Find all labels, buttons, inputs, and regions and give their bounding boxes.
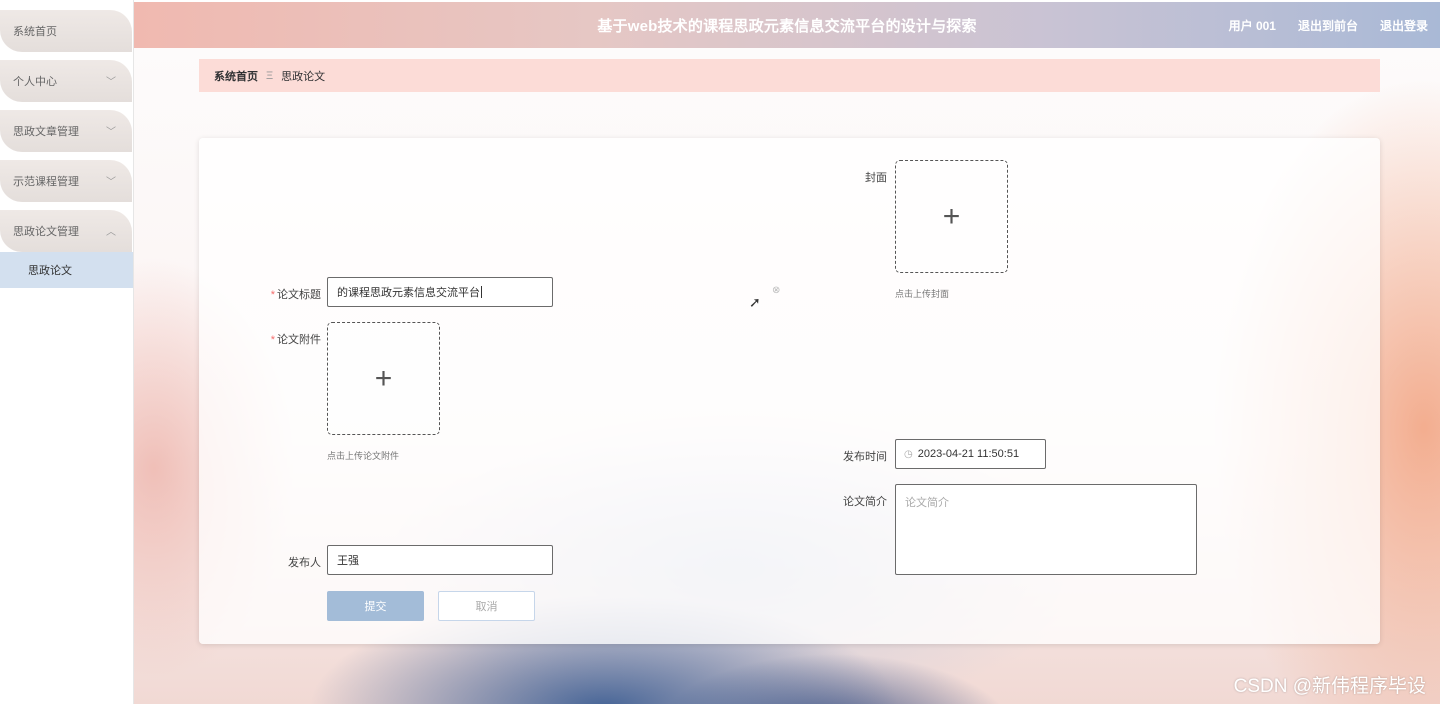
top-header: 基于web技术的课程思政元素信息交流平台的设计与探索 用户 001 退出到前台 …: [134, 2, 1440, 48]
app-title: 基于web技术的课程思政元素信息交流平台的设计与探索: [597, 17, 977, 35]
attachment-label: * 论文附件: [270, 334, 321, 346]
intro-textarea[interactable]: 论文简介: [895, 484, 1197, 575]
submit-button[interactable]: 提交: [327, 591, 424, 621]
sidebar-item-home[interactable]: 系统首页: [0, 10, 132, 52]
sidebar-item-label: 思政论文管理: [13, 226, 79, 238]
title-input[interactable]: 的课程思政元素信息交流平台: [327, 277, 553, 307]
sidebar-subitem-paper[interactable]: 思政论文: [0, 252, 133, 288]
user-name-link[interactable]: 用户 001: [1229, 17, 1276, 34]
publish-time-input[interactable]: ◷ 2023-04-21 11:50:51: [895, 439, 1046, 469]
breadcrumb-separator: Ξ: [266, 69, 274, 82]
logout-link[interactable]: 退出登录: [1380, 17, 1428, 34]
breadcrumb-current: 思政论文: [281, 70, 326, 83]
publish-time-label: 发布时间: [843, 451, 887, 463]
chevron-down-icon: ﹀: [106, 77, 116, 88]
attachment-hint: 点击上传论文附件: [327, 451, 400, 461]
title-input-value: 的课程思政元素信息交流平台: [337, 287, 480, 299]
cover-hint: 点击上传封面: [895, 289, 950, 299]
chevron-up-icon: ︿: [106, 227, 116, 238]
cancel-button[interactable]: 取消: [438, 591, 535, 621]
cover-label: 封面: [865, 172, 887, 184]
cover-upload[interactable]: +: [895, 160, 1008, 273]
title-label: * 论文标题: [270, 289, 321, 301]
sidebar-item-label: 个人中心: [13, 76, 57, 88]
goto-front-link[interactable]: 退出到前台: [1298, 17, 1358, 34]
watermark: CSDN @新伟程序毕设: [1233, 676, 1426, 697]
sidebar-item-paper-management[interactable]: 思政论文管理 ︿: [0, 210, 132, 252]
intro-label: 论文简介: [843, 496, 887, 508]
intro-placeholder: 论文简介: [905, 497, 949, 509]
clock-icon: ◷: [904, 448, 913, 460]
plus-icon: +: [374, 361, 393, 395]
paper-form-card: 封面 + 点击上传封面 * 论文标题 的课程思政元素信息交流平台 * 论文附件 + …: [199, 138, 1380, 644]
publisher-input-value: 王强: [337, 555, 359, 567]
chevron-down-icon: ﹀: [106, 127, 116, 138]
breadcrumb: 系统首页 Ξ 思政论文: [199, 59, 1380, 92]
publish-time-value: 2023-04-21 11:50:51: [917, 448, 1020, 460]
sidebar-item-personal-center[interactable]: 个人中心 ﹀: [0, 60, 132, 102]
mouse-cursor-icon: ➚: [749, 294, 761, 310]
breadcrumb-home[interactable]: 系统首页: [214, 68, 258, 84]
publisher-label: 发布人: [288, 557, 321, 569]
sidebar-item-course-management[interactable]: 示范课程管理 ﹀: [0, 160, 132, 202]
publisher-input[interactable]: 王强: [327, 545, 553, 575]
sidebar-subitem-label: 思政论文: [28, 265, 72, 277]
plus-icon: +: [942, 199, 961, 233]
clear-icon[interactable]: ⊗: [772, 285, 780, 296]
sidebar-item-label: 示范课程管理: [13, 176, 79, 188]
sidebar-item-label: 系统首页: [13, 26, 57, 38]
header-links: 用户 001 退出到前台 退出登录: [1229, 17, 1428, 34]
sidebar-item-label: 思政文章管理: [13, 126, 79, 138]
attachment-upload[interactable]: +: [327, 322, 440, 435]
sidebar: 系统首页 个人中心 ﹀ 思政文章管理 ﹀ 示范课程管理 ﹀ 思政论文管理 ︿ 思…: [0, 0, 134, 704]
sidebar-item-article-management[interactable]: 思政文章管理 ﹀: [0, 110, 132, 152]
chevron-down-icon: ﹀: [106, 177, 116, 188]
